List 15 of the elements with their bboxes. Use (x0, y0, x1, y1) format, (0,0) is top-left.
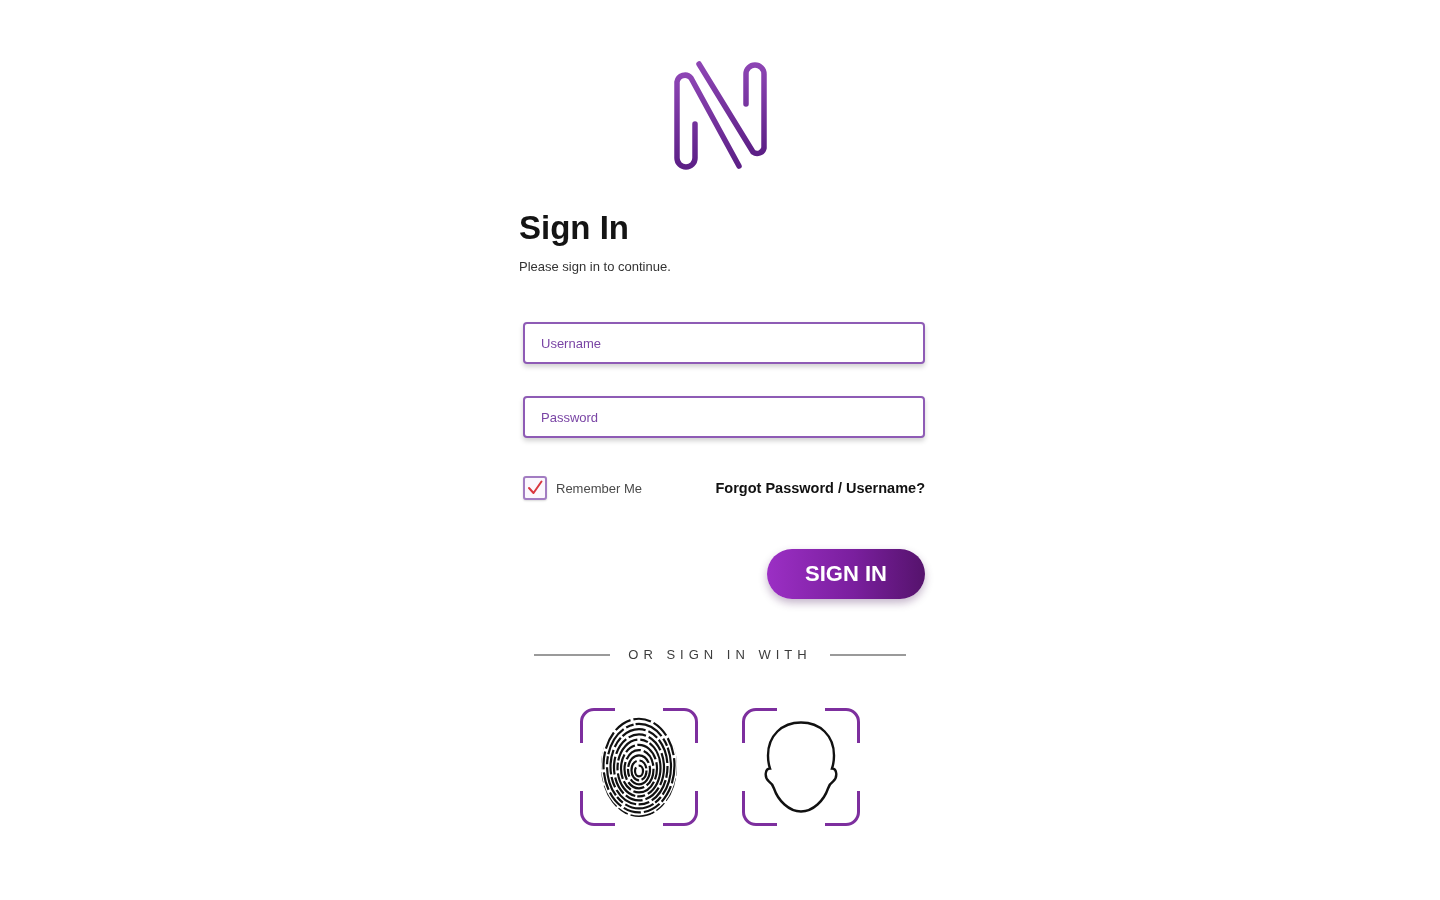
forgot-link[interactable]: Forgot Password / Username? (715, 480, 925, 496)
face-outline-icon (762, 721, 840, 813)
username-field[interactable]: Username (523, 322, 925, 364)
remember-label: Remember Me (556, 480, 642, 496)
page-subtitle: Please sign in to continue. (519, 258, 671, 276)
face-scan-button[interactable] (742, 708, 860, 826)
password-field[interactable]: Password (523, 396, 925, 438)
logo-icon (671, 60, 769, 172)
divider-label: OR SIGN IN WITH (628, 647, 812, 662)
sign-in-button[interactable]: SIGN IN (767, 549, 925, 599)
checkmark-icon (527, 480, 543, 496)
fingerprint-scan-button[interactable] (580, 708, 698, 826)
fingerprint-icon (600, 716, 678, 818)
remember-checkbox[interactable] (523, 476, 547, 500)
page-title: Sign In (519, 208, 629, 248)
